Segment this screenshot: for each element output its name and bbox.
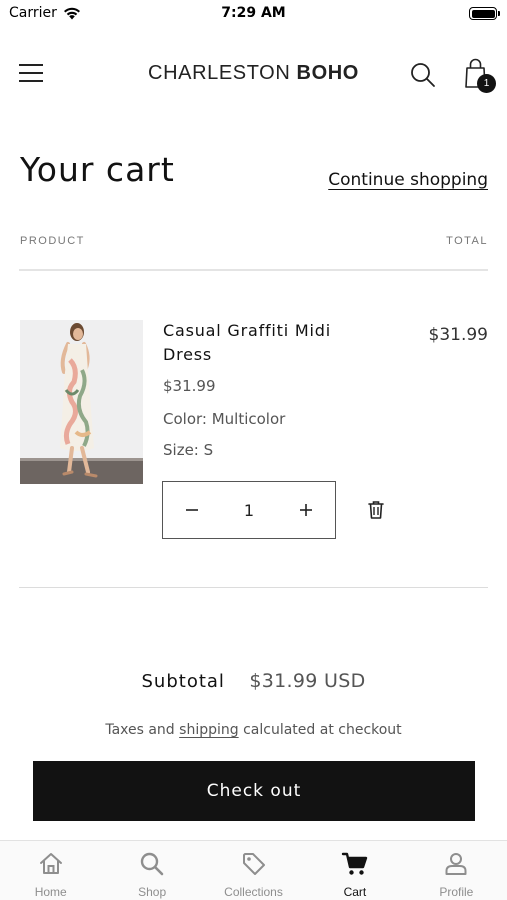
item-divider <box>19 587 488 588</box>
tag-icon <box>242 853 265 875</box>
logo-regular: CHARLESTON <box>148 62 291 84</box>
product-image[interactable] <box>20 320 143 484</box>
tab-cart[interactable]: Cart <box>304 841 405 900</box>
subtotal-label: Subtotal <box>141 671 225 692</box>
store-header: CHARLESTON BOHO 1 <box>0 48 507 100</box>
tax-note: Taxes and shipping calculated at checkou… <box>0 722 507 738</box>
quantity-input[interactable] <box>221 482 277 538</box>
page-title: Your cart <box>20 150 175 189</box>
status-time: 7:29 AM <box>221 5 286 21</box>
checkout-button[interactable]: Check out <box>33 761 475 821</box>
tab-cart-label: Cart <box>343 885 367 899</box>
quantity-stepper <box>162 481 336 539</box>
home-icon <box>39 853 62 874</box>
tab-shop[interactable]: Shop <box>101 841 202 900</box>
tab-home[interactable]: Home <box>0 841 101 900</box>
product-name[interactable]: Casual Graffiti Midi Dress <box>163 319 363 367</box>
trash-icon[interactable] <box>364 498 388 522</box>
product-price: $31.99 <box>163 377 216 395</box>
shipping-link[interactable]: shipping <box>179 722 238 738</box>
minus-icon <box>186 509 198 511</box>
product-color: Color: Multicolor <box>163 410 286 428</box>
tab-profile-label: Profile <box>439 885 474 899</box>
subtotal-row: Subtotal $31.99 USD <box>0 670 507 692</box>
tab-collections[interactable]: Collections <box>203 841 304 900</box>
column-header-product: PRODUCT <box>20 235 85 247</box>
line-item-total: $31.99 <box>428 325 488 345</box>
increase-quantity-button[interactable] <box>277 482 335 538</box>
cart-bag-button[interactable]: 1 <box>459 54 499 94</box>
decrease-quantity-button[interactable] <box>163 482 221 538</box>
battery-icon <box>469 7 500 20</box>
status-bar: Carrier 7:29 AM <box>0 0 507 28</box>
subtotal-value: $31.99 USD <box>249 670 366 692</box>
tab-profile[interactable]: Profile <box>406 841 507 900</box>
tab-collections-label: Collections <box>224 885 283 899</box>
product-size: Size: S <box>163 441 214 459</box>
continue-shopping-link[interactable]: Continue shopping <box>328 170 488 190</box>
header-divider <box>19 269 488 271</box>
tax-note-after: calculated at checkout <box>238 722 402 738</box>
dress-photo <box>20 320 143 484</box>
tab-shop-label: Shop <box>138 885 167 899</box>
cart-count-badge: 1 <box>477 74 496 93</box>
column-header-total: TOTAL <box>446 235 488 247</box>
tab-home-label: Home <box>34 885 67 899</box>
search-icon[interactable] <box>408 60 438 90</box>
plus-icon <box>300 504 312 516</box>
bottom-tab-bar: Home Shop Collections Cart Profile <box>0 840 507 900</box>
cart-icon <box>341 852 368 875</box>
profile-icon <box>445 853 467 875</box>
logo-bold: BOHO <box>296 62 359 84</box>
tax-note-before: Taxes and <box>105 722 180 738</box>
search-icon <box>140 852 164 876</box>
